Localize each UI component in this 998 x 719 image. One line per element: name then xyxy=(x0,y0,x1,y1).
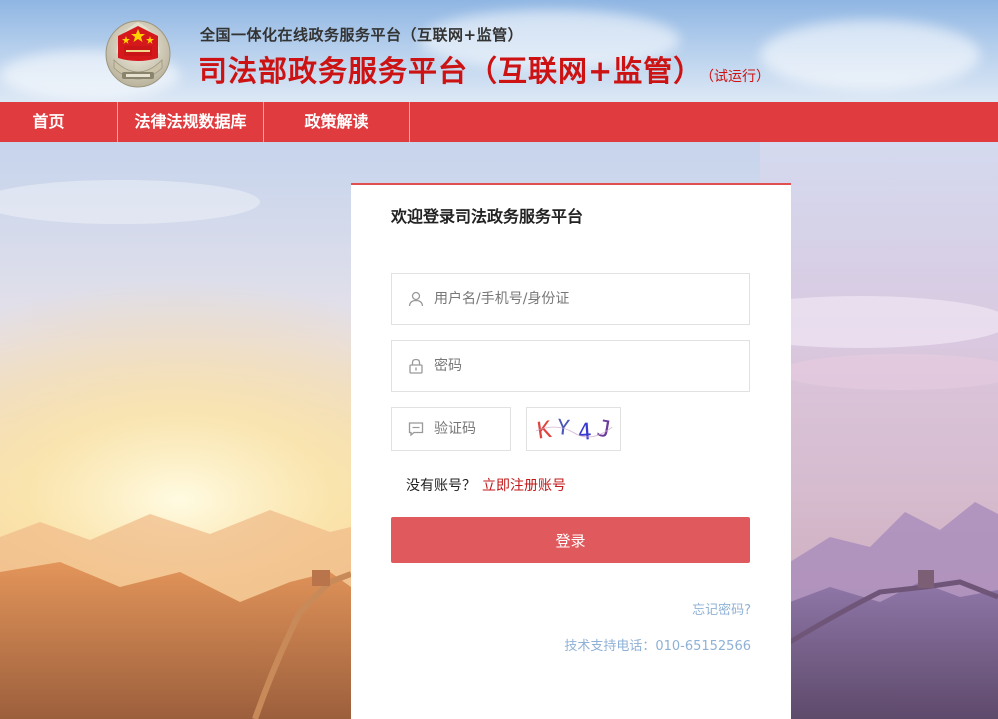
captcha-field[interactable] xyxy=(391,407,511,451)
captcha-image[interactable]: K Y 4 J xyxy=(526,407,621,451)
support-phone-text: 技术支持电话：010-65152566 xyxy=(564,639,751,654)
no-account-text: 没有账号？ xyxy=(406,478,476,494)
platform-super-title: 全国一体化在线政务服务平台（互联网+监管） xyxy=(200,26,524,44)
justice-emblem-icon xyxy=(105,20,171,88)
register-line: 没有账号？ 立即注册账号 xyxy=(406,475,566,495)
nav-item-home[interactable]: 首页 xyxy=(0,102,118,142)
username-input[interactable] xyxy=(434,274,749,324)
lock-icon xyxy=(409,358,423,374)
password-input[interactable] xyxy=(434,341,749,391)
login-card: 欢迎登录司法政务服务平台 K Y 4 J 没有账号？立即注 xyxy=(351,183,791,719)
trial-badge: （试运行） xyxy=(700,69,770,85)
header-cloud xyxy=(760,20,980,90)
nav-item-policy-interpretation[interactable]: 政策解读 xyxy=(264,102,410,142)
page-title: 司法部政务服务平台（互联网+监管） xyxy=(198,54,704,88)
forgot-password-link[interactable]: 忘记密码? xyxy=(692,599,751,618)
login-title: 欢迎登录司法政务服务平台 xyxy=(391,207,584,226)
user-icon xyxy=(408,291,424,307)
captcha-input[interactable] xyxy=(434,408,510,450)
captcha-graphic: K Y 4 J xyxy=(535,415,613,446)
message-icon xyxy=(408,422,424,437)
header: 全国一体化在线政务服务平台（互联网+监管） 司法部政务服务平台（互联网+监管） … xyxy=(0,0,998,102)
main-nav: 首页 法律法规数据库 政策解读 xyxy=(0,102,998,142)
password-field[interactable] xyxy=(391,340,750,392)
captcha-char-3: 4 xyxy=(577,419,593,446)
register-link[interactable]: 立即注册账号 xyxy=(482,478,566,494)
login-button[interactable]: 登录 xyxy=(391,517,750,563)
username-field[interactable] xyxy=(391,273,750,325)
captcha-char-4: J xyxy=(595,416,613,444)
captcha-char-1: K xyxy=(536,417,553,445)
nav-item-law-database[interactable]: 法律法规数据库 xyxy=(118,102,264,142)
